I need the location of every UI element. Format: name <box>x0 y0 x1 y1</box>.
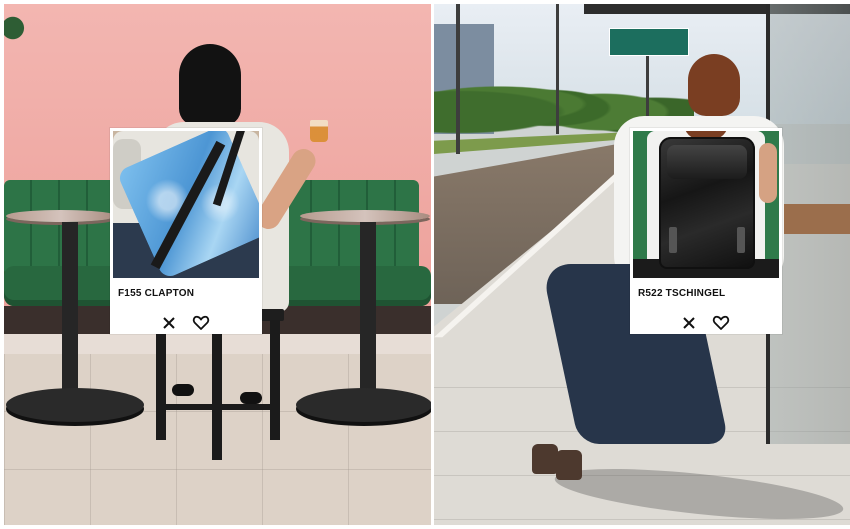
stool-leg <box>212 320 222 460</box>
card-actions <box>110 314 262 332</box>
shoe <box>240 392 262 404</box>
product-card[interactable]: R522 TSCHINGEL <box>630 128 782 334</box>
product-name: R522 TSCHINGEL <box>638 288 726 299</box>
plant-leaves <box>4 4 26 44</box>
person-arm <box>759 143 777 203</box>
product-image[interactable] <box>633 131 779 278</box>
street-pole <box>556 4 559 134</box>
person-hair <box>179 44 241 126</box>
table-column <box>360 222 376 402</box>
table-column <box>62 222 78 402</box>
card-actions <box>630 314 782 332</box>
shelter-bench <box>774 204 850 234</box>
black-backpack <box>659 137 755 269</box>
stool-rung <box>156 404 280 410</box>
boot <box>556 450 582 480</box>
stool-leg <box>156 320 166 440</box>
heart-icon[interactable] <box>192 314 210 332</box>
close-icon[interactable] <box>160 314 178 332</box>
product-card[interactable]: F155 CLAPTON <box>110 128 262 334</box>
heart-icon[interactable] <box>712 314 730 332</box>
shoe <box>172 384 194 396</box>
table-base <box>6 388 144 422</box>
marble-table-top <box>6 210 116 222</box>
street-pole <box>456 4 460 154</box>
product-image[interactable] <box>113 131 259 278</box>
person-hair <box>688 54 740 116</box>
stool-leg <box>270 320 280 440</box>
table-base <box>296 388 431 422</box>
boot <box>532 444 558 474</box>
marble-table-top <box>300 210 430 222</box>
street-sign <box>609 28 689 56</box>
drink-glass <box>310 120 328 142</box>
product-name: F155 CLAPTON <box>118 288 195 299</box>
close-icon[interactable] <box>680 314 698 332</box>
